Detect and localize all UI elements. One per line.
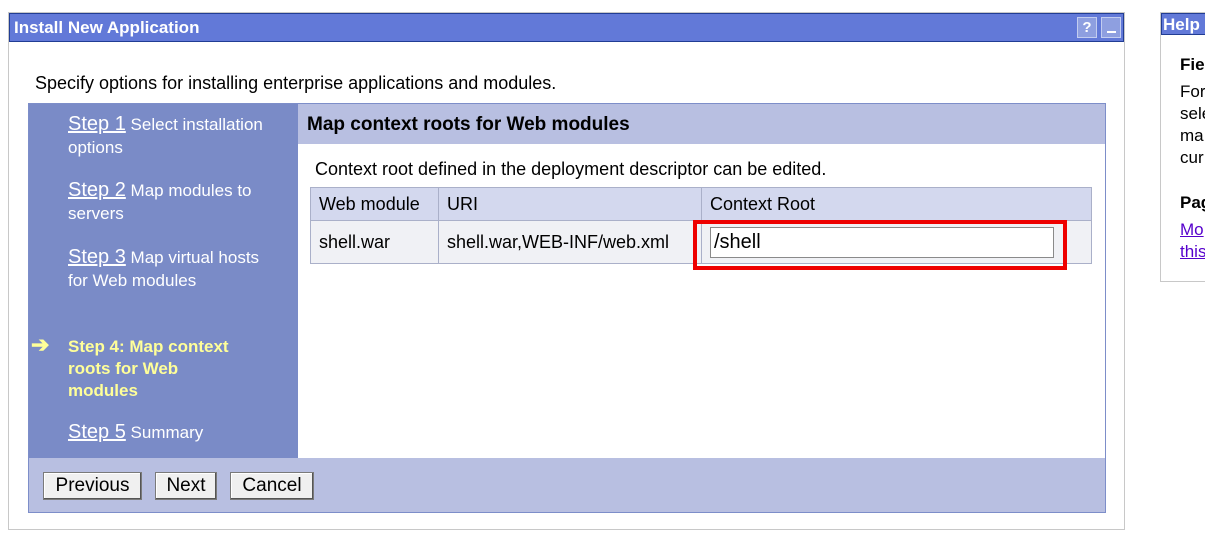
context-root-input[interactable] <box>710 226 1054 258</box>
step-5: Step 5 Summary <box>68 421 268 444</box>
step-5-label: Summary <box>125 423 204 442</box>
step-2: Step 2 Map modules to servers <box>68 179 268 225</box>
step-1: Step 1 Select installation options <box>68 113 268 159</box>
cell-web-module: shell.war <box>310 220 439 264</box>
help-field-line-2: sele <box>1180 104 1205 123</box>
content-title: Map context roots for Web modules <box>307 114 630 135</box>
button-bar: Previous Next Cancel <box>29 458 1105 512</box>
step-1-link[interactable]: Step 1 <box>68 113 126 135</box>
wizard-panel: Step 1 Select installation options Step … <box>28 103 1106 513</box>
cancel-button[interactable]: Cancel <box>230 472 314 500</box>
step-3: Step 3 Map virtual hosts for Web modules <box>68 246 268 292</box>
help-page-link-2[interactable]: this <box>1180 241 1205 263</box>
table-header-row: Web module URI Context Root <box>310 187 1092 221</box>
intro-text: Specify options for installing enterpris… <box>35 73 557 93</box>
step-4-current: Step 4: Map context roots for Web module… <box>68 337 229 400</box>
step-content: Map context roots for Web modules Contex… <box>298 104 1105 458</box>
content-description: Context root defined in the deployment d… <box>315 159 827 179</box>
col-context-root: Context Root <box>701 187 1092 221</box>
help-title: Help <box>1163 15 1200 34</box>
window-title: Install New Application <box>14 18 200 37</box>
help-page-heading: Pag <box>1180 193 1205 212</box>
help-icon[interactable]: ? <box>1077 17 1097 38</box>
step-5-link[interactable]: Step 5 <box>68 421 126 443</box>
steps-sidebar: Step 1 Select installation options Step … <box>29 104 298 458</box>
cell-context-root <box>701 220 1092 264</box>
cell-uri: shell.war,WEB-INF/web.xml <box>438 220 702 264</box>
previous-button[interactable]: Previous <box>43 472 142 500</box>
title-bar: Install New Application ? <box>9 13 1124 42</box>
modules-table: Web module URI Context Root shell.war sh… <box>310 187 1092 264</box>
help-field-line-3: ma <box>1180 126 1204 145</box>
next-button[interactable]: Next <box>155 472 217 500</box>
help-field-heading: Fie <box>1180 55 1205 74</box>
help-field-line-4: cur <box>1180 148 1204 167</box>
step-2-link[interactable]: Step 2 <box>68 179 126 201</box>
help-portlet: Help Fie For sele ma cur Pag Mo this <box>1160 12 1205 282</box>
step-3-link[interactable]: Step 3 <box>68 246 126 268</box>
install-app-portlet: Install New Application ? Specify option… <box>8 12 1125 530</box>
help-page-link-1[interactable]: Mo <box>1180 219 1205 241</box>
minimize-icon[interactable] <box>1101 17 1121 38</box>
current-step-arrow-icon: ➔ <box>31 332 50 357</box>
help-title-bar: Help <box>1161 13 1205 35</box>
col-uri: URI <box>438 187 702 221</box>
content-header: Map context roots for Web modules <box>298 104 1105 144</box>
col-web-module: Web module <box>310 187 439 221</box>
help-field-line-1: For <box>1180 82 1205 101</box>
table-row: shell.war shell.war,WEB-INF/web.xml <box>310 220 1092 264</box>
